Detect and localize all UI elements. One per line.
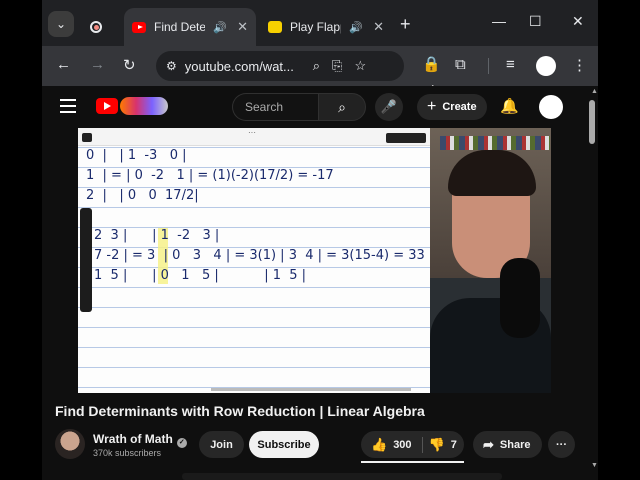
- webcam-overlay: [430, 128, 551, 393]
- page-scrollbar-thumb[interactable]: [589, 100, 595, 144]
- notebook-dots-icon: ···: [248, 128, 256, 137]
- plus-icon: +: [427, 98, 437, 115]
- speaker-icon[interactable]: 🔊: [213, 21, 227, 34]
- new-tab-button[interactable]: +: [400, 14, 411, 35]
- math-line: 1 | = | 0 -2 1 | = (1)(-2)(17/2) = -17: [86, 168, 334, 183]
- verified-check-icon: ✓: [176, 438, 187, 448]
- record-icon: [90, 21, 102, 33]
- left-letterbox: [0, 0, 42, 480]
- extensions-puzzle-icon[interactable]: ⧉: [455, 56, 466, 73]
- notebook-topbar: ···: [78, 128, 430, 146]
- account-avatar[interactable]: [539, 95, 563, 119]
- dislike-count[interactable]: 7: [451, 439, 457, 451]
- like-underline: [361, 461, 464, 463]
- math-line: 7 -2 | = 3 | 0 3 4 | = 3(1) | 3 4 | = 3(…: [94, 248, 425, 263]
- minimize-button[interactable]: —: [492, 13, 506, 29]
- create-label: Create: [442, 101, 477, 113]
- search-input[interactable]: Search: [232, 93, 318, 121]
- url-text[interactable]: youtube.com/wat...: [185, 59, 301, 74]
- youtube-doodle[interactable]: [120, 97, 168, 115]
- close-tab-icon[interactable]: ✕: [373, 19, 384, 35]
- speaker-icon[interactable]: 🔊: [349, 21, 363, 34]
- youtube-header: Search ⌕ 🎤 + Create 🔔: [42, 86, 598, 130]
- toolbar-divider: [488, 58, 489, 74]
- right-letterbox: [598, 0, 640, 480]
- address-bar[interactable]: ⚙ youtube.com/wat... ⌕ ⎘ ☆: [156, 51, 404, 81]
- video-player[interactable]: ··· 0 | | 1 -3 0 | 1 | = | 0 -2 1 | = (1…: [78, 128, 551, 393]
- zoom-icon[interactable]: ⌕: [313, 58, 320, 74]
- tab-search-button[interactable]: ⌄: [48, 11, 74, 37]
- channel-avatar[interactable]: [55, 429, 85, 459]
- microphone-prop: [500, 258, 540, 338]
- forward-arrow-icon[interactable]: →: [90, 56, 105, 73]
- back-arrow-icon[interactable]: ←: [56, 56, 71, 73]
- notebook-tools-icon: [386, 133, 426, 143]
- scroll-up-arrow-icon[interactable]: ▲: [591, 88, 598, 95]
- bookmark-star-icon[interactable]: ☆: [354, 58, 366, 74]
- like-divider: [421, 436, 423, 453]
- youtube-favicon-icon: [132, 20, 146, 34]
- hamburger-menu-icon[interactable]: [60, 99, 76, 113]
- tab-strip: ⌄ Find Deter 🔊 ✕ Play Flapp 🔊 ✕ + — ☐ ✕: [42, 0, 598, 46]
- menu-kebab-icon[interactable]: ⋮: [572, 56, 587, 74]
- math-line: 2 | | 0 0 17/2|: [86, 188, 199, 203]
- tab-title: Find Deter: [154, 20, 206, 34]
- channel-name-text[interactable]: Wrath of Math: [93, 432, 173, 446]
- tab-recording[interactable]: [82, 8, 122, 46]
- lock-extension-icon[interactable]: 🔒: [422, 55, 441, 73]
- notebook-scrollbar: [211, 388, 411, 391]
- microphone-icon[interactable]: 🎤: [375, 93, 403, 121]
- more-actions-button[interactable]: ···: [548, 431, 575, 458]
- share-label: Share: [499, 438, 531, 451]
- close-tab-icon[interactable]: ✕: [237, 19, 248, 35]
- thumbs-up-icon[interactable]: 👍: [371, 437, 387, 453]
- search-icon[interactable]: ⌕: [318, 93, 366, 121]
- thumbs-down-icon[interactable]: 👎: [429, 437, 445, 453]
- browser-toolbar: ← → ↻ ⚙ youtube.com/wat... ⌕ ⎘ ☆ 🔒 ⧉ ≡ ⋮: [42, 46, 598, 86]
- notebook-menu-icon: [82, 133, 92, 142]
- tab-find-determinants[interactable]: Find Deter 🔊 ✕: [124, 8, 256, 46]
- maximize-button[interactable]: ☐: [529, 13, 542, 30]
- chevron-down-icon: ⌄: [55, 17, 67, 31]
- install-app-icon[interactable]: ⎘: [332, 58, 342, 74]
- flappy-favicon-icon: [268, 20, 282, 34]
- tab-title: Play Flapp: [290, 20, 342, 34]
- like-dislike-group: 👍 300 👎 7: [361, 431, 464, 458]
- browser-window: ⌄ Find Deter 🔊 ✕ Play Flapp 🔊 ✕ + — ☐ ✕ …: [42, 0, 598, 480]
- join-button[interactable]: Join: [199, 431, 244, 458]
- math-line: 2 3 | | 1 -2 3 |: [94, 228, 220, 243]
- share-arrow-icon: ➦: [483, 436, 494, 452]
- pen-toolbox: [80, 208, 92, 312]
- description-peek: [182, 473, 502, 480]
- create-button[interactable]: + Create: [417, 94, 487, 120]
- channel-name[interactable]: Wrath of Math ✓: [93, 432, 187, 448]
- scroll-down-arrow-icon[interactable]: ▼: [591, 462, 598, 469]
- site-info-icon[interactable]: ⚙: [166, 59, 177, 73]
- notebook-canvas: ··· 0 | | 1 -3 0 | 1 | = | 0 -2 1 | = (1…: [78, 128, 430, 393]
- share-button[interactable]: ➦ Share: [473, 431, 542, 458]
- like-count[interactable]: 300: [393, 439, 411, 451]
- media-controls-icon[interactable]: ≡: [506, 56, 515, 73]
- subscribe-button[interactable]: Subscribe: [249, 431, 319, 458]
- tab-play-flappy[interactable]: Play Flapp 🔊 ✕: [260, 8, 392, 46]
- bell-icon[interactable]: 🔔: [500, 97, 519, 115]
- youtube-logo[interactable]: [96, 98, 118, 114]
- math-line: 0 | | 1 -3 0 |: [86, 148, 187, 163]
- reload-icon[interactable]: ↻: [123, 56, 136, 74]
- close-window-button[interactable]: ✕: [572, 13, 584, 30]
- subscriber-count: 370k subscribers: [93, 448, 162, 458]
- profile-avatar[interactable]: [536, 56, 556, 76]
- video-title: Find Determinants with Row Reduction | L…: [55, 403, 425, 419]
- math-line: 1 5 | | 0 1 5 | | 1 5 |: [94, 268, 307, 283]
